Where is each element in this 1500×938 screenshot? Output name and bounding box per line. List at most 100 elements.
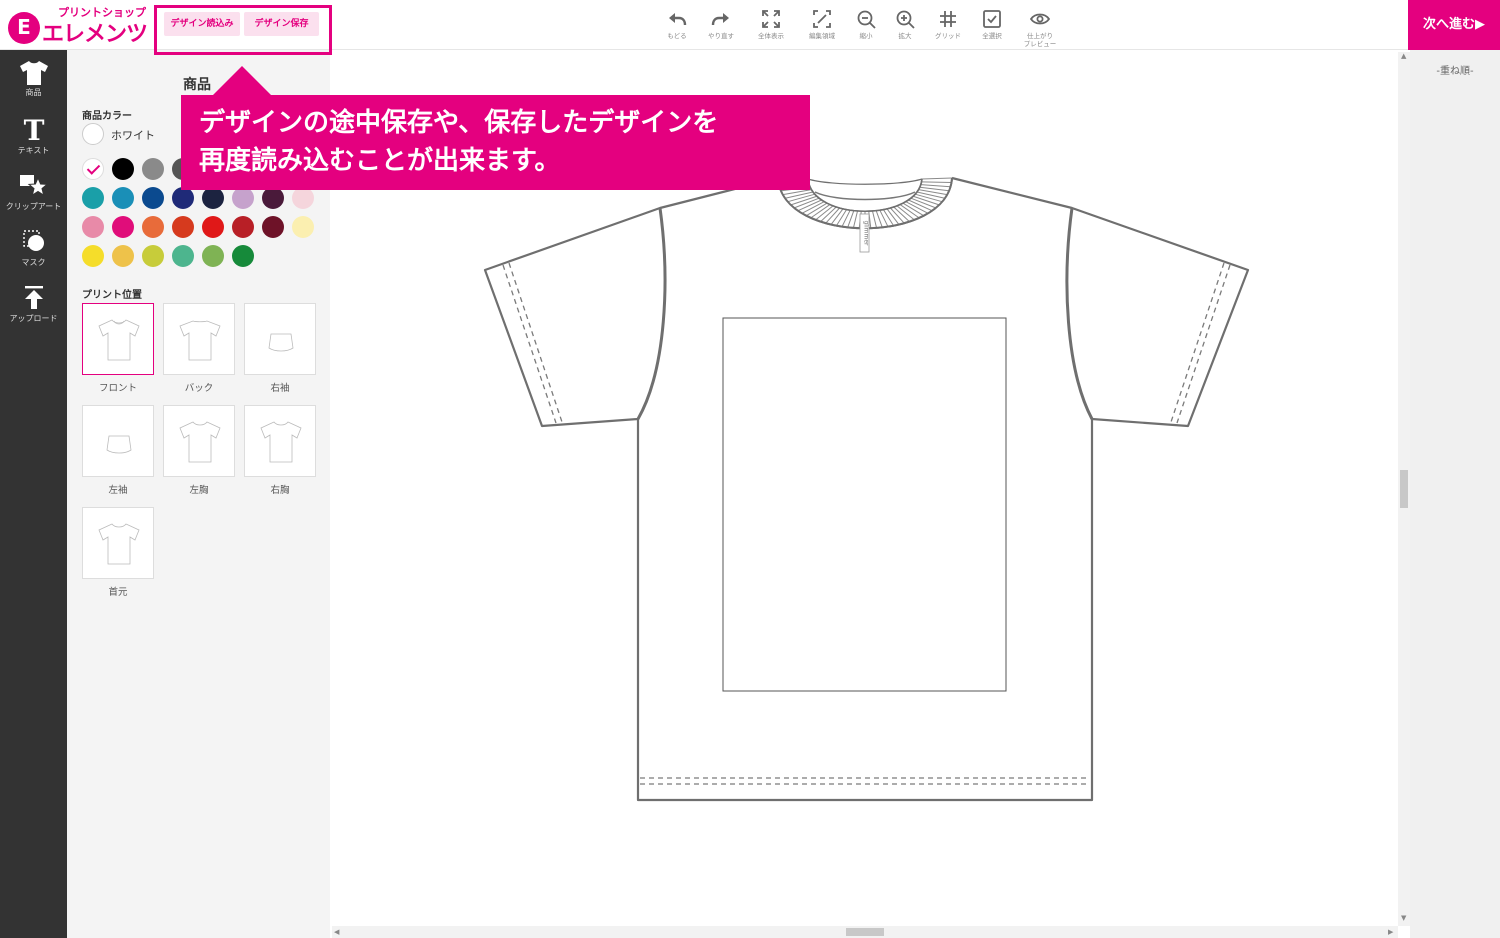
scroll-up-arrow[interactable]: ▲	[1401, 52, 1406, 60]
design-editor: E プリントショップ エレメンツ デザイン読込み デザイン保存 もどる やり直す…	[0, 0, 1500, 938]
redo-button[interactable]: やり直す	[699, 8, 743, 40]
color-swatch[interactable]	[112, 187, 134, 209]
color-swatch[interactable]	[232, 216, 254, 238]
select-all-button[interactable]: 全選択	[970, 8, 1014, 40]
color-swatch[interactable]	[262, 216, 284, 238]
redo-icon	[711, 13, 729, 26]
zoom-out-icon	[857, 10, 876, 29]
selected-color-swatch	[82, 123, 104, 145]
toolbar-item-product[interactable]: 商品	[0, 60, 67, 98]
tshirt-right-chest-icon	[260, 421, 302, 463]
preview-eye-icon	[1029, 13, 1051, 25]
print-position-back[interactable]	[163, 303, 235, 375]
color-swatch[interactable]	[112, 216, 134, 238]
tshirt-back-icon	[179, 320, 221, 361]
sleeve-left-icon	[106, 435, 132, 454]
position-label-left-chest: 左胸	[189, 485, 209, 496]
tshirt-left-chest-icon	[179, 421, 221, 463]
text-icon: T	[23, 114, 44, 144]
position-label-right-sleeve: 右袖	[270, 383, 290, 394]
vertical-scroll-thumb[interactable]	[1400, 470, 1408, 508]
layers-panel: -重ね順-	[1410, 50, 1500, 938]
save-load-highlight	[154, 5, 332, 55]
selected-color-name: ホワイト	[111, 129, 155, 142]
print-position-neck[interactable]	[82, 507, 154, 579]
color-swatch[interactable]	[172, 245, 194, 267]
svg-text:T: T	[23, 114, 44, 144]
scroll-right-arrow[interactable]: ▶	[1388, 928, 1393, 936]
tshirt-front-icon	[98, 319, 140, 361]
fit-view-icon	[762, 10, 780, 28]
garment-tag: glimmer	[863, 221, 870, 247]
color-swatch[interactable]	[142, 216, 164, 238]
color-swatch[interactable]	[202, 187, 224, 209]
clipart-icon	[19, 175, 48, 197]
color-swatch[interactable]	[232, 187, 254, 209]
grid-button[interactable]: グリッド	[926, 8, 970, 40]
position-label-neck: 首元	[108, 587, 128, 598]
upload-icon	[24, 286, 43, 309]
color-swatch[interactable]	[82, 245, 104, 267]
color-swatch[interactable]	[172, 187, 194, 209]
horizontal-scrollbar[interactable]: ◀ ▶	[332, 926, 1398, 938]
print-position-label: プリント位置	[82, 290, 142, 301]
color-swatch[interactable]	[142, 187, 164, 209]
color-swatch[interactable]	[142, 158, 164, 180]
edit-area-button[interactable]: 編集領域	[800, 8, 844, 40]
mask-icon	[22, 230, 44, 251]
print-position-right-sleeve[interactable]	[244, 303, 316, 375]
toolbar-item-clipart[interactable]: クリップアート	[0, 172, 67, 212]
color-swatch[interactable]	[82, 216, 104, 238]
sleeve-right-icon	[268, 333, 294, 352]
select-all-icon	[983, 10, 1001, 28]
zoom-in-button[interactable]: 拡大	[883, 8, 927, 40]
toolbar-item-mask[interactable]: マスク	[0, 228, 67, 268]
horizontal-scroll-thumb[interactable]	[846, 928, 884, 936]
callout-line-1: デザインの途中保存や、保存したデザインを	[199, 108, 719, 138]
panel-title: 商品	[183, 77, 211, 93]
grid-icon	[940, 11, 956, 27]
logo-mark: E	[8, 12, 40, 44]
next-step-button[interactable]: 次へ進む▶	[1408, 0, 1500, 50]
undo-icon	[669, 13, 687, 26]
callout-pointer	[212, 66, 272, 96]
shop-logo[interactable]: E プリントショップ エレメンツ	[6, 4, 156, 48]
position-label-right-chest: 右胸	[270, 485, 290, 496]
color-swatch[interactable]	[82, 187, 104, 209]
color-swatch[interactable]	[262, 187, 284, 209]
callout-line-2: 再度読み込むことが出来ます。	[199, 146, 561, 176]
preview-button[interactable]: 仕上がり プレビュー	[1018, 8, 1062, 48]
color-swatch[interactable]	[142, 245, 164, 267]
color-swatch[interactable]	[112, 245, 134, 267]
color-section-label: 商品カラー	[82, 111, 132, 122]
color-swatch[interactable]	[202, 245, 224, 267]
print-position-left-chest[interactable]	[163, 405, 235, 477]
callout-tooltip: デザインの途中保存や、保存したデザインを 再度読み込むことが出来ます。	[181, 95, 810, 190]
print-position-right-chest[interactable]	[244, 405, 316, 477]
color-swatch[interactable]	[202, 216, 224, 238]
color-swatch[interactable]	[232, 245, 254, 267]
fit-view-button[interactable]: 全体表示	[749, 8, 793, 40]
color-swatch-selected[interactable]	[82, 158, 104, 180]
position-label-front: フロント	[98, 383, 137, 394]
tshirt-icon	[19, 61, 48, 85]
undo-button[interactable]: もどる	[655, 8, 699, 40]
scroll-down-arrow[interactable]: ▼	[1401, 914, 1406, 922]
zoom-out-button[interactable]: 縮小	[844, 8, 888, 40]
tshirt-neck-icon	[98, 523, 140, 565]
color-swatch[interactable]	[112, 158, 134, 180]
scroll-left-arrow[interactable]: ◀	[334, 928, 339, 936]
left-toolbar: 商品 T テキスト クリップアート マスク アップロード	[0, 50, 67, 938]
toolbar-item-upload[interactable]: アップロード	[0, 284, 67, 324]
color-swatch[interactable]	[172, 216, 194, 238]
color-swatch[interactable]	[292, 216, 314, 238]
toolbar-item-text[interactable]: T テキスト	[0, 114, 67, 156]
edit-area-icon	[813, 10, 831, 28]
vertical-scrollbar[interactable]: ▲ ▼	[1398, 52, 1410, 926]
color-swatch[interactable]	[292, 187, 314, 209]
position-label-back: バック	[184, 383, 214, 394]
print-position-front[interactable]	[82, 303, 154, 375]
layers-title: -重ね順-	[1436, 66, 1474, 77]
position-label-left-sleeve: 左袖	[108, 485, 128, 496]
print-position-left-sleeve[interactable]	[82, 405, 154, 477]
